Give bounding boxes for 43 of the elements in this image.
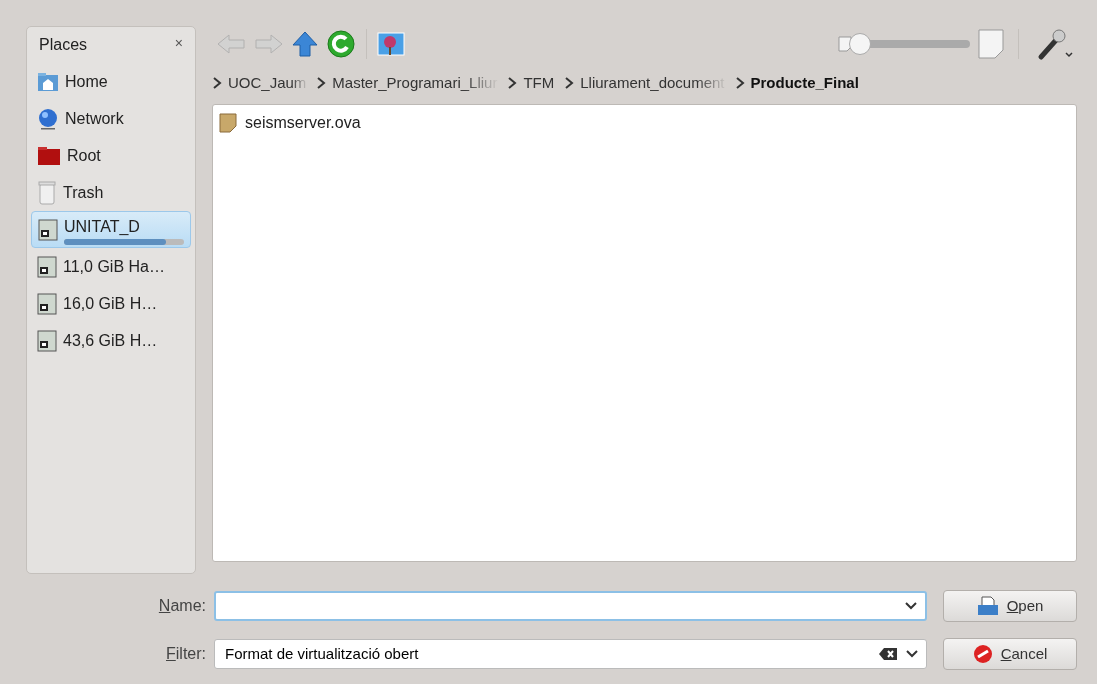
name-label: Name: (157, 596, 206, 616)
separator-icon (564, 77, 575, 89)
dropdown-icon[interactable] (905, 602, 917, 610)
folder-icon (37, 145, 61, 166)
drive-icon (37, 329, 57, 352)
places-title: Places (39, 35, 88, 55)
clear-icon[interactable] (878, 647, 898, 661)
drive-icon (38, 218, 58, 241)
drive-icon (37, 292, 57, 315)
open-button[interactable]: Open (943, 590, 1077, 622)
filter-field[interactable]: Format de virtualització obert (223, 641, 878, 667)
separator-icon (212, 77, 222, 89)
places-item[interactable]: 16,0 GiB H… (31, 285, 191, 322)
places-item[interactable]: Network (31, 100, 191, 137)
places-item[interactable]: 11,0 GiB Ha… (31, 248, 191, 285)
cancel-icon (972, 644, 993, 664)
breadcrumb-item[interactable]: Producte_Final (748, 71, 861, 95)
file-icon (219, 113, 237, 133)
globe-icon (37, 107, 59, 130)
small-page-icon (838, 36, 852, 52)
printer-icon (976, 596, 999, 616)
places-item[interactable]: UNITAT_D (31, 211, 191, 248)
places-item[interactable]: 43,6 GiB H… (31, 322, 191, 359)
large-page-icon (978, 29, 1004, 59)
name-field[interactable] (214, 591, 927, 621)
places-item[interactable]: Root (31, 137, 191, 174)
breadcrumb-item[interactable]: UOC_Jaum (226, 71, 309, 95)
drive-icon (37, 255, 57, 278)
file-name[interactable]: seismserver.ova (245, 111, 361, 135)
separator-icon (734, 77, 745, 89)
places-item[interactable]: Home (31, 63, 191, 100)
separator-icon (316, 77, 327, 89)
filter-label: Filter: (165, 644, 206, 664)
home-folder-icon (37, 71, 59, 92)
cancel-button[interactable]: Cancel (943, 638, 1077, 670)
close-button[interactable]: × (174, 33, 183, 59)
zoom-slider[interactable] (849, 33, 871, 55)
filter-combo-box[interactable]: Format de virtualització obert (214, 639, 927, 669)
breadcrumb-item[interactable]: TFM (521, 71, 557, 95)
dropdown-icon[interactable] (906, 650, 918, 658)
trash-icon (37, 180, 57, 205)
separator-icon (507, 77, 518, 89)
places-item[interactable]: Trash (31, 174, 191, 211)
